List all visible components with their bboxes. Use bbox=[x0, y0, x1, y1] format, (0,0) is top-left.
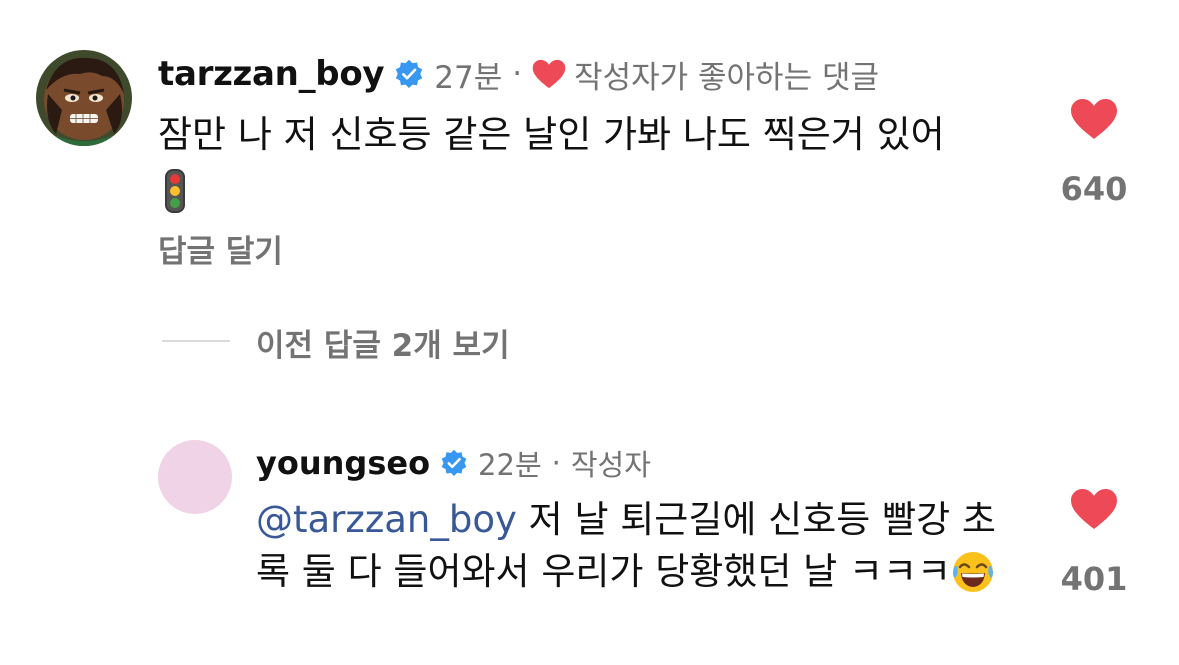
creator-liked-heart-icon bbox=[532, 59, 566, 89]
comment-text: 잠만 나 저 신호등 같은 날인 가봐 나도 찍은거 있어 bbox=[158, 108, 1038, 216]
creator-liked-label: 작성자가 좋아하는 댓글 bbox=[574, 59, 879, 96]
traffic-light-icon bbox=[165, 168, 185, 213]
reply-timestamp: 22분 bbox=[478, 448, 542, 482]
reply-username[interactable]: youngseo bbox=[256, 444, 430, 482]
view-previous-replies-button[interactable]: 이전 답글 2개 보기 bbox=[256, 320, 510, 365]
separator: · bbox=[551, 446, 561, 480]
reply-header: youngseo 22분 · 작성자 bbox=[256, 443, 651, 483]
like-heart-icon[interactable] bbox=[1070, 488, 1118, 530]
reply-avatar[interactable] bbox=[158, 440, 232, 514]
like-count[interactable]: 401 bbox=[1058, 560, 1130, 598]
author-label: 작성자 bbox=[570, 448, 651, 482]
comment-header: tarzzan_boy 27분 · 작성자가 좋아하는 댓글 bbox=[158, 52, 879, 96]
verified-badge-icon bbox=[396, 59, 423, 88]
comment-username[interactable]: tarzzan_boy bbox=[158, 54, 385, 94]
reply-text: @tarzzan_boy 저 날 퇴근길에 신호등 빨강 초록 둘 다 들어와서… bbox=[256, 494, 1016, 598]
like-count[interactable]: 640 bbox=[1058, 170, 1130, 208]
replies-divider bbox=[162, 340, 230, 342]
reply-button[interactable]: 답글 달기 bbox=[158, 226, 283, 271]
verified-badge-icon bbox=[441, 449, 467, 477]
mention-link[interactable]: @tarzzan_boy bbox=[256, 498, 517, 541]
laughing-face-icon bbox=[953, 552, 994, 592]
comment-timestamp: 27분 bbox=[434, 59, 503, 96]
comment-body: 잠만 나 저 신호등 같은 날인 가봐 나도 찍은거 있어 bbox=[158, 113, 945, 156]
avatar[interactable] bbox=[36, 50, 132, 146]
separator: · bbox=[512, 56, 523, 92]
like-heart-icon[interactable] bbox=[1070, 98, 1118, 140]
